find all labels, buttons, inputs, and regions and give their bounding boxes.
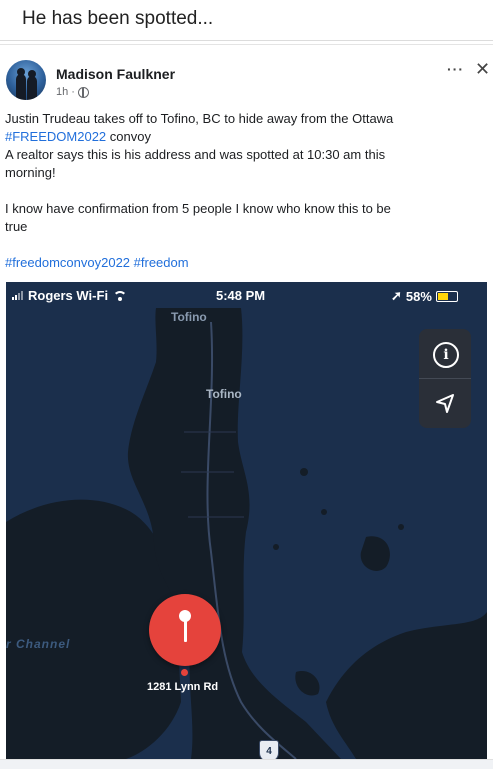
battery-percent: 58% [405, 288, 432, 304]
info-icon[interactable]: i [433, 342, 459, 368]
location-pin[interactable] [149, 594, 221, 666]
map-controls: i [419, 329, 471, 428]
globe-icon [77, 86, 89, 98]
location-arrow-icon[interactable] [433, 391, 457, 415]
post-line: I know have confirmation from 5 people I… [5, 201, 391, 216]
shared-caption-bar: He has been spotted... [0, 0, 493, 41]
post-body: Justin Trudeau takes off to Tofino, BC t… [5, 110, 475, 272]
map-screenshot[interactable]: Rogers Wi-Fi 5:48 PM ➚ 58% Tofino Tofino… [6, 282, 487, 759]
location-arrow-icon: ➚ [391, 288, 402, 303]
ios-status-bar: Rogers Wi-Fi 5:48 PM ➚ 58% [6, 282, 487, 308]
wifi-icon [113, 290, 128, 301]
avatar[interactable] [6, 60, 46, 100]
hashtags-link[interactable]: #freedomconvoy2022 #freedom [5, 254, 475, 272]
pin-address-label: 1281 Lynn Rd [147, 681, 219, 693]
hashtag-link[interactable]: #FREEDOM2022 [5, 129, 106, 144]
post-meta: 1h · [56, 86, 89, 98]
status-time: 5:48 PM [216, 288, 266, 303]
highway-shield-icon: 4 [259, 740, 279, 759]
signal-icon [12, 291, 23, 300]
facebook-post: Madison Faulkner 1h · ··· ✕ Justin Trude… [0, 44, 493, 769]
post-line: true [5, 219, 28, 234]
author-name[interactable]: Madison Faulkner [56, 66, 175, 82]
map-label-channel: r Channel [6, 637, 71, 651]
battery-icon [435, 290, 458, 302]
pin-point [181, 669, 188, 676]
post-line: #FREEDOM2022 convoy [5, 129, 151, 144]
post-line: A realtor says this is his address and w… [5, 147, 386, 162]
shared-caption-text: He has been spotted... [22, 8, 214, 29]
post-time[interactable]: 1h [56, 86, 68, 98]
carrier-name: Rogers Wi-Fi [28, 288, 109, 303]
map-label-town: Tofino [206, 387, 242, 401]
post-line: Justin Trudeau takes off to Tofino, BC t… [5, 111, 394, 126]
more-options-icon[interactable]: ··· [447, 61, 464, 77]
close-icon[interactable]: ✕ [475, 59, 490, 80]
post-line: morning! [5, 165, 56, 180]
map-terrain [6, 282, 487, 759]
map-label-top: Tofino [171, 310, 207, 324]
